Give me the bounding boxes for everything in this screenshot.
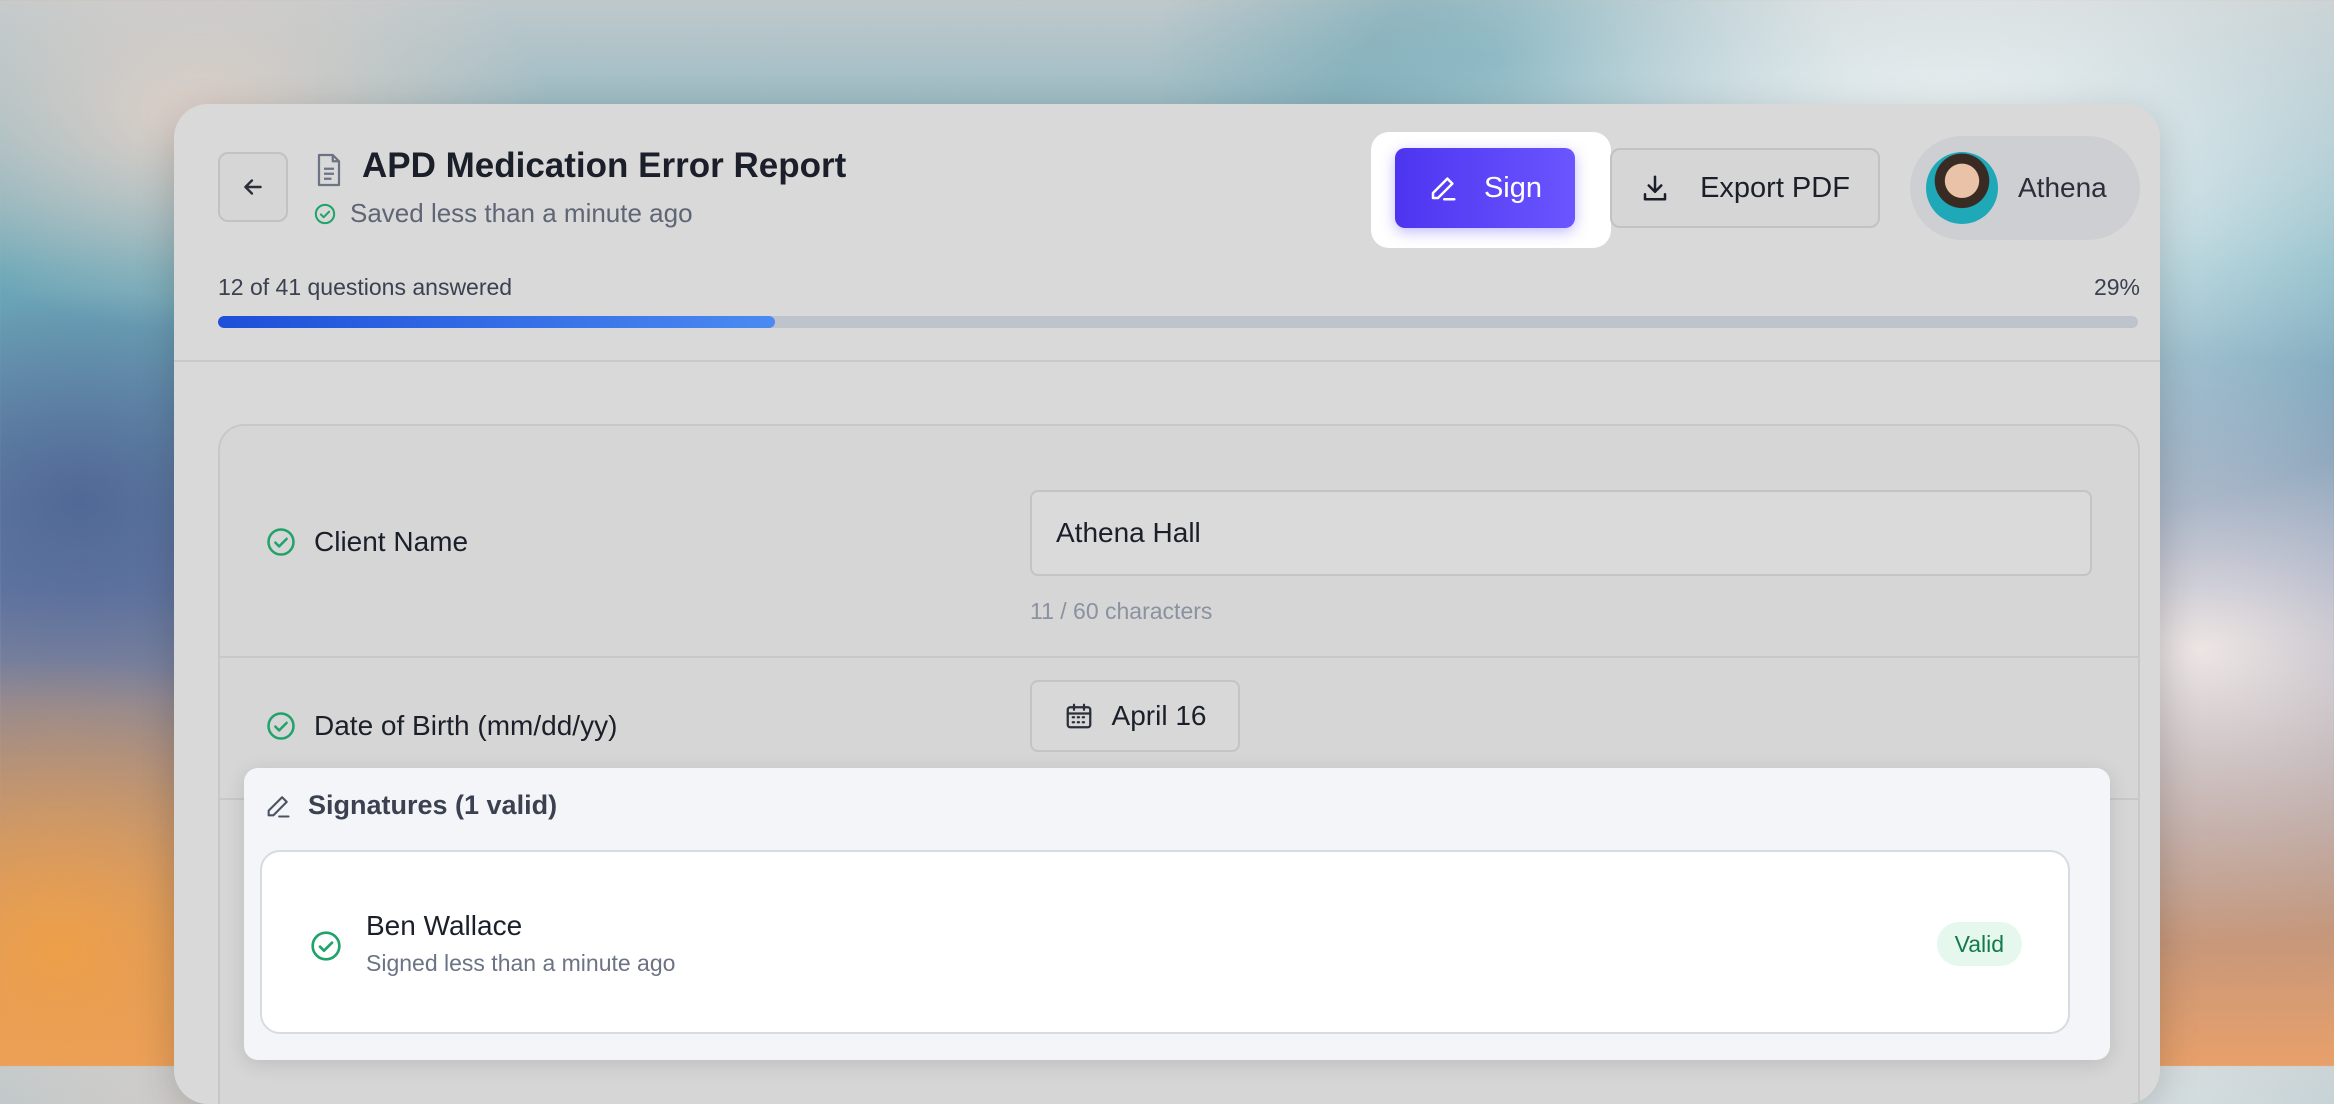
download-icon <box>1643 175 1667 201</box>
signatures-panel: Signatures (1 valid) Ben Wallace Signed … <box>244 768 2110 1060</box>
document-icon <box>317 153 341 187</box>
character-count: 11 / 60 characters <box>1030 598 1213 624</box>
progress-label: 12 of 41 questions answered <box>218 274 513 300</box>
save-status: Saved less than a minute ago <box>314 198 693 229</box>
question-label: Date of Birth (mm/dd/yy) <box>266 710 617 742</box>
dob-date-picker[interactable]: April 16 <box>1030 680 1240 752</box>
sign-button-label: Sign <box>1483 171 1543 204</box>
question-row: Client Name Athena Hall 11 / 60 characte… <box>220 426 2138 658</box>
signatures-title: Signatures (1 valid) <box>308 790 558 820</box>
user-menu[interactable]: Athena <box>1910 136 2140 240</box>
check-circle-icon <box>267 528 295 556</box>
save-status-text: Saved less than a minute ago <box>350 198 693 228</box>
calendar-icon <box>1066 703 1091 729</box>
back-button[interactable] <box>218 152 288 222</box>
signer-name: Ben Wallace <box>366 910 523 941</box>
check-circle-icon <box>311 931 341 961</box>
progress-fill <box>218 316 775 328</box>
avatar <box>1926 152 1998 224</box>
status-badge: Valid <box>1936 922 2022 966</box>
header-divider <box>174 360 2160 362</box>
export-pdf-button[interactable]: Export PDF <box>1610 148 1880 228</box>
pen-icon <box>267 795 290 818</box>
dob-label: Date of Birth (mm/dd/yy) <box>314 710 618 741</box>
pen-icon <box>1431 177 1456 201</box>
question-label: Client Name <box>266 526 468 558</box>
sign-highlight: Sign <box>1371 132 1611 248</box>
check-circle-icon <box>314 203 336 224</box>
signatures-header: Signatures (1 valid) <box>264 790 557 821</box>
sign-button[interactable]: Sign <box>1395 148 1575 228</box>
dob-value: April 16 <box>1111 700 1207 731</box>
user-name: Athena <box>2018 172 2107 203</box>
export-pdf-label: Export PDF <box>1700 171 1850 204</box>
client-name-input[interactable]: Athena Hall <box>1030 490 2092 576</box>
progress-bar <box>218 316 2138 328</box>
check-circle-icon <box>267 712 295 740</box>
page-title: APD Medication Error Report <box>362 146 847 185</box>
signed-time: Signed less than a minute ago <box>366 950 676 976</box>
progress-percent: 29% <box>2093 274 2140 300</box>
signature-item: Ben Wallace Signed less than a minute ag… <box>260 850 2070 1034</box>
client-name-label: Client Name <box>314 526 469 557</box>
arrow-left-icon <box>244 179 262 195</box>
